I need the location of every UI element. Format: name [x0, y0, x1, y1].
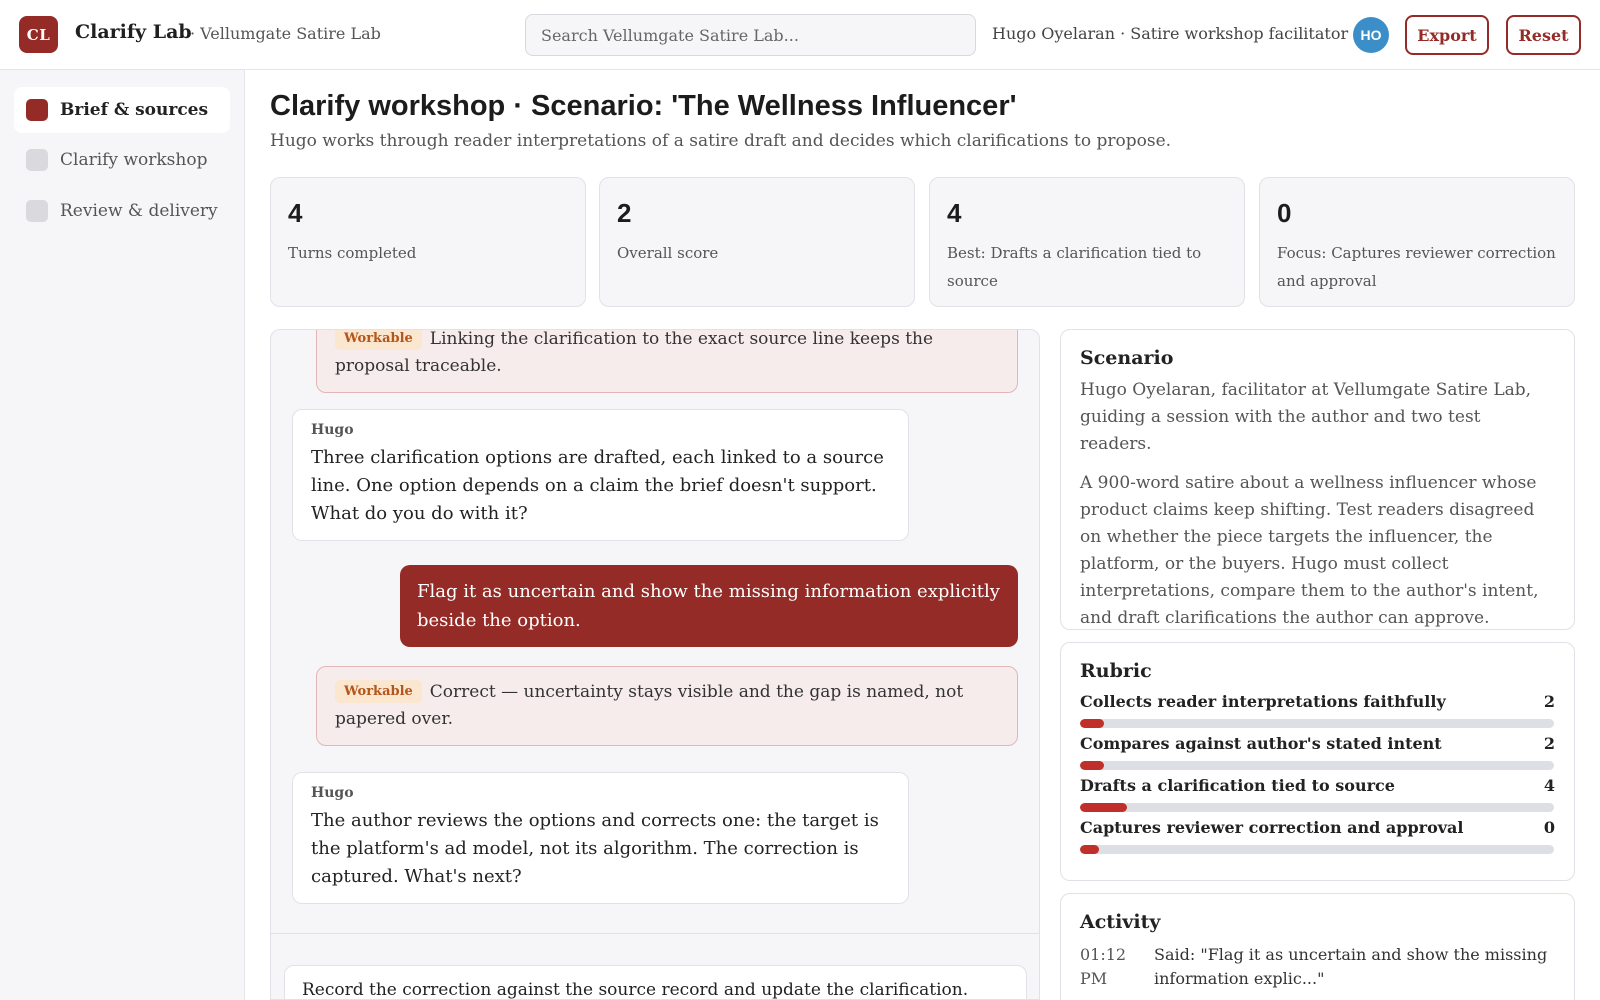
- rubric-progress-fill: [1080, 719, 1104, 728]
- stat-value: 0: [1277, 198, 1292, 228]
- scenario-body: A 900-word satire about a wellness influ…: [1080, 473, 1539, 628]
- chat-panel: Workable Linking the clarification to the…: [270, 329, 1040, 1000]
- step-indicator-icon: [26, 149, 48, 171]
- stat-label: Focus: Captures reviewer correction and …: [1277, 244, 1556, 290]
- top-bar: CL Clarify Lab · Vellumgate Satire Lab H…: [0, 0, 1600, 70]
- rubric-label: Collects reader interpretations faithful…: [1080, 692, 1446, 711]
- facilitator-message: Hugo The author reviews the options and …: [292, 772, 909, 904]
- scenario-title: Scenario: [1080, 347, 1174, 369]
- scenario-intro: Hugo Oyelaran, facilitator at Vellumgate…: [1080, 380, 1532, 454]
- avatar[interactable]: HO: [1353, 17, 1389, 53]
- rubric-progress-bar: [1080, 719, 1554, 728]
- stat-card-overall-score: 2 Overall score: [599, 177, 915, 307]
- rubric-progress-bar: [1080, 845, 1554, 854]
- rubric-progress-fill: [1080, 845, 1099, 854]
- app-logo: CL: [19, 16, 58, 53]
- stat-label: Best: Drafts a clarification tied to sou…: [947, 244, 1202, 290]
- feedback-message: Workable Correct — uncertainty stays visi…: [316, 666, 1018, 746]
- rubric-item: Captures reviewer correction and approva…: [1080, 818, 1555, 860]
- stat-value: 4: [288, 198, 303, 228]
- feedback-message: Workable Linking the clarification to the…: [316, 330, 1018, 393]
- message-text: The author reviews the options and corre…: [311, 810, 879, 887]
- sidebar-item-label: Brief & sources: [60, 100, 209, 120]
- rubric-card: Rubric Collects reader interpretations f…: [1060, 642, 1575, 881]
- rubric-score: 0: [1543, 818, 1555, 837]
- rubric-label: Compares against author's stated intent: [1080, 734, 1442, 753]
- sidebar-item-review-delivery[interactable]: Review & delivery: [14, 188, 230, 234]
- search-input[interactable]: [541, 25, 975, 45]
- workable-badge: Workable: [335, 680, 422, 703]
- rubric-progress-fill: [1080, 803, 1128, 812]
- org-name: · Vellumgate Satire Lab: [190, 24, 381, 43]
- sidebar: Brief & sources Clarify workshop Review …: [0, 70, 245, 1000]
- step-indicator-icon: [26, 99, 48, 121]
- message-author: Hugo: [311, 422, 354, 438]
- activity-time: 01:12 PM: [1080, 945, 1127, 988]
- stat-value: 2: [617, 198, 632, 228]
- stat-card-focus: 0 Focus: Captures reviewer correction an…: [1259, 177, 1575, 307]
- sidebar-item-brief-sources[interactable]: Brief & sources: [14, 87, 230, 133]
- rubric-label: Drafts a clarification tied to source: [1080, 776, 1395, 795]
- page-subtitle: Hugo works through reader interpretation…: [270, 131, 1172, 151]
- stat-card-turns: 4 Turns completed: [270, 177, 586, 307]
- search-box[interactable]: [525, 14, 976, 56]
- rubric-item: Compares against author's stated intent …: [1080, 734, 1555, 776]
- stat-card-best: 4 Best: Drafts a clarification tied to s…: [929, 177, 1245, 307]
- app-title: Clarify Lab: [75, 21, 192, 43]
- rubric-progress-bar: [1080, 803, 1554, 812]
- feedback-text: Linking the clarification to the exact s…: [335, 330, 934, 376]
- feedback-text: Correct — uncertainty stays visible and …: [335, 682, 964, 729]
- export-button[interactable]: Export: [1405, 15, 1489, 55]
- stat-value: 4: [947, 198, 962, 228]
- page-title: Clarify workshop · Scenario: 'The Wellne…: [270, 90, 1017, 122]
- rubric-score: 4: [1543, 776, 1555, 795]
- activity-title: Activity: [1080, 911, 1161, 933]
- facilitator-message: Hugo Three clarification options are dra…: [292, 409, 909, 541]
- activity-card: Activity 01:12 PM Said: "Flag it as unce…: [1060, 893, 1575, 1000]
- rubric-item: Drafts a clarification tied to source 4: [1080, 776, 1555, 818]
- rubric-progress-fill: [1080, 761, 1104, 770]
- sidebar-item-label: Clarify workshop: [60, 150, 208, 170]
- rubric-score: 2: [1543, 734, 1555, 753]
- rubric-item: Collects reader interpretations faithful…: [1080, 692, 1555, 734]
- sidebar-item-clarify-workshop[interactable]: Clarify workshop: [14, 137, 230, 183]
- step-indicator-icon: [26, 200, 48, 222]
- message-text: Three clarification options are drafted,…: [311, 447, 884, 524]
- user-name: Hugo Oyelaran · Satire workshop facilita…: [992, 24, 1349, 43]
- chat-transcript[interactable]: Workable Linking the clarification to the…: [271, 330, 1039, 934]
- rubric-label: Captures reviewer correction and approva…: [1080, 818, 1464, 837]
- rubric-title: Rubric: [1080, 660, 1152, 682]
- rubric-score: 2: [1543, 692, 1555, 711]
- rubric-progress-bar: [1080, 761, 1554, 770]
- stat-label: Turns completed: [288, 244, 417, 262]
- user-message: Flag it as uncertain and show the missin…: [400, 565, 1018, 647]
- stat-label: Overall score: [617, 244, 719, 262]
- reset-button[interactable]: Reset: [1506, 15, 1581, 55]
- message-author: Hugo: [311, 785, 354, 801]
- message-text: Flag it as uncertain and show the missin…: [417, 581, 1000, 631]
- scenario-card: Scenario Hugo Oyelaran, facilitator at V…: [1060, 329, 1575, 630]
- reply-input[interactable]: Record the correction against the source…: [284, 965, 1027, 999]
- workable-badge: Workable: [335, 330, 422, 350]
- sidebar-item-label: Review & delivery: [60, 201, 218, 221]
- activity-item: 01:12 PM Said: "Flag it as uncertain and…: [1080, 943, 1555, 991]
- activity-text: Said: "Flag it as uncertain and show the…: [1154, 945, 1548, 988]
